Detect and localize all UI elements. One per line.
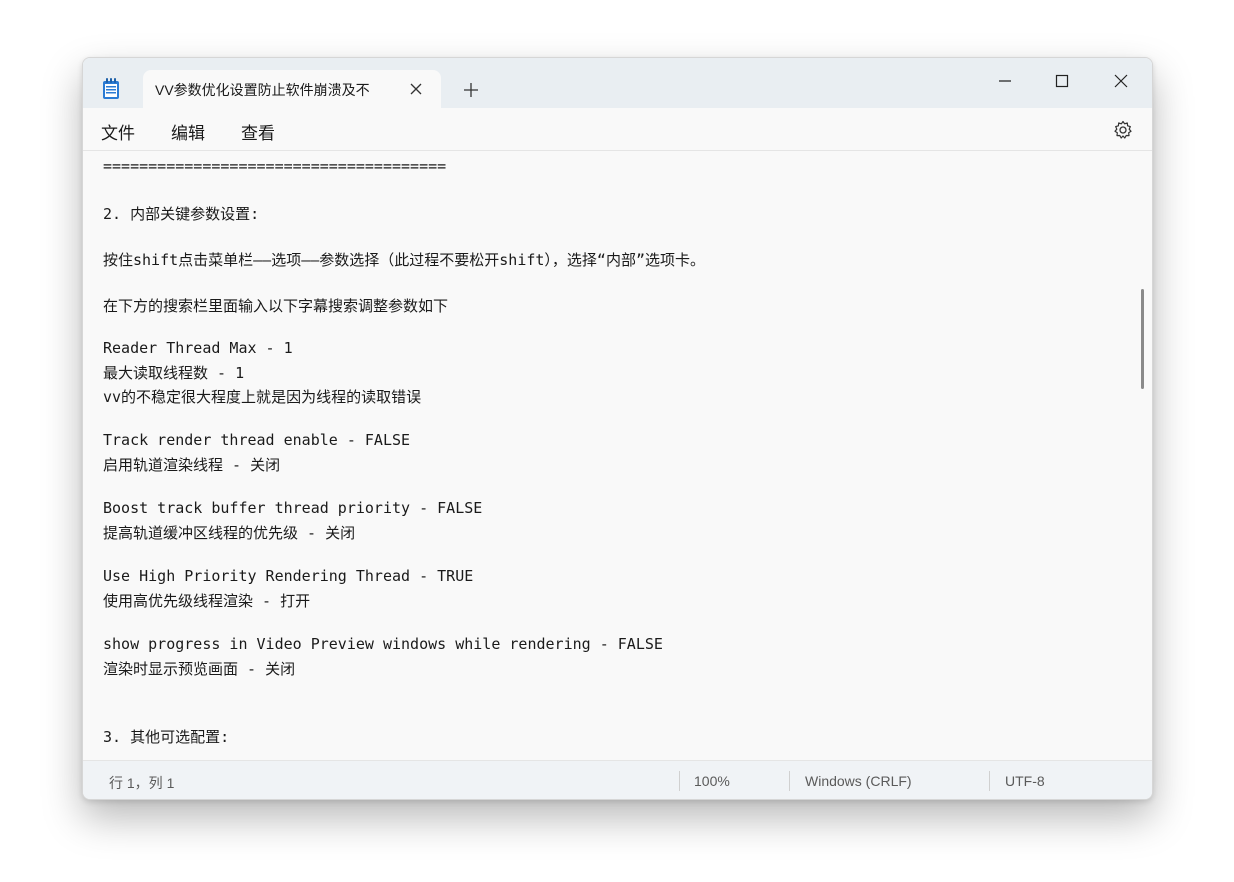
plus-icon [464, 83, 478, 97]
text-line: show progress in Video Preview windows w… [103, 635, 663, 653]
vertical-scrollbar[interactable] [1140, 151, 1145, 759]
text-line: 2. 内部关键参数设置: [103, 205, 260, 223]
text-line: Track render thread enable - FALSE [103, 431, 411, 449]
text-line: Use High Priority Rendering Thread - TRU… [103, 567, 474, 585]
status-bar: 行 1，列 1 100% Windows (CRLF) UTF-8 [83, 760, 1152, 799]
maximize-icon [1055, 74, 1069, 88]
gear-icon [1114, 120, 1132, 139]
text-line: Boost track buffer thread priority - FAL… [103, 499, 483, 517]
text-editor[interactable]: ====================================== 2… [83, 151, 1141, 759]
close-window-button[interactable] [1101, 66, 1141, 98]
encoding: UTF-8 [1005, 773, 1045, 789]
text-line: 在下方的搜索栏里面输入以下字幕搜索调整参数如下 [103, 297, 449, 315]
text-line: 提高轨道缓冲区线程的优先级 - 关闭 [103, 524, 356, 542]
text-line: 渲染时显示预览画面 - 关闭 [103, 660, 296, 678]
notepad-icon [102, 78, 120, 100]
status-divider [679, 771, 680, 791]
text-line: 按住shift点击菜单栏——选项——参数选择（此过程不要松开shift），选择“… [103, 251, 705, 269]
text-line: Reader Thread Max - 1 [103, 339, 293, 357]
notepad-window: VV参数优化设置防止软件崩溃及不 文件 编辑 查看 ==============… [82, 57, 1153, 800]
close-icon [410, 83, 422, 95]
zoom-level: 100% [694, 773, 730, 789]
close-icon [1114, 74, 1128, 88]
menu-bar: 文件 编辑 查看 [83, 108, 1152, 151]
title-bar[interactable]: VV参数优化设置防止软件崩溃及不 [83, 58, 1152, 109]
text-line: 3. 其他可选配置: [103, 728, 230, 746]
text-line: 使用高优先级线程渲染 - 打开 [103, 592, 311, 610]
status-divider [789, 771, 790, 791]
minimize-icon [999, 80, 1011, 82]
text-line: 启用轨道渲染线程 - 关闭 [103, 456, 281, 474]
text-line: vv的不稳定很大程度上就是因为线程的读取错误 [103, 388, 422, 406]
text-line: 最大读取线程数 - 1 [103, 364, 245, 382]
cursor-position: 行 1，列 1 [109, 775, 175, 791]
status-divider [989, 771, 990, 791]
line-ending: Windows (CRLF) [805, 773, 912, 789]
new-tab-button[interactable] [459, 78, 483, 102]
maximize-button[interactable] [1042, 66, 1082, 98]
tab-title: VV参数优化设置防止软件崩溃及不 [155, 82, 370, 98]
minimize-button[interactable] [985, 66, 1025, 98]
tab-close-button[interactable] [406, 79, 426, 99]
scrollbar-thumb[interactable] [1141, 289, 1144, 389]
menu-file[interactable]: 文件 [101, 119, 135, 144]
text-line: ====================================== [103, 157, 447, 175]
menu-edit[interactable]: 编辑 [171, 119, 205, 144]
settings-button[interactable] [1113, 120, 1133, 140]
menu-view[interactable]: 查看 [241, 119, 275, 144]
document-tab[interactable]: VV参数优化设置防止软件崩溃及不 [143, 70, 441, 109]
